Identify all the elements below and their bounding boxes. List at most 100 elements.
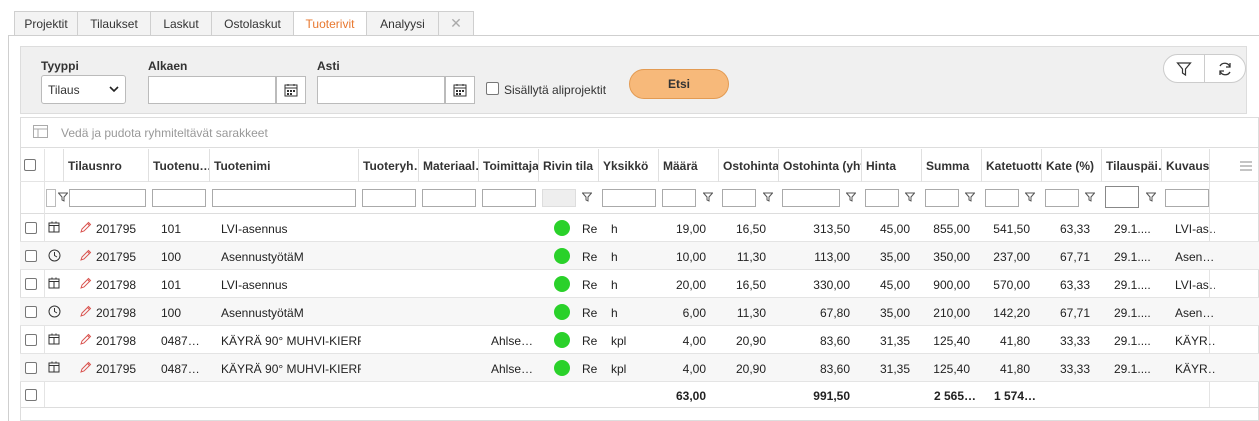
to-calendar-button[interactable]: [445, 76, 475, 104]
filter-icon[interactable]: [1085, 192, 1095, 202]
filter-icon[interactable]: [58, 192, 68, 202]
column-header-unit-cost[interactable]: Ostohinta: [718, 149, 778, 182]
table-row[interactable]: 201795 100 AsennustyötäM Rekh 10,00 11,30 113,…: [20, 242, 1259, 270]
filter-input-margin-pct[interactable]: [1045, 189, 1079, 207]
tab-tuoterivit[interactable]: Tuoterivit: [293, 11, 366, 36]
row-checkbox[interactable]: [25, 389, 37, 401]
filter-icon[interactable]: [763, 192, 773, 202]
cell-quantity: 4,00: [682, 362, 706, 376]
to-date-input[interactable]: [317, 76, 445, 104]
cell-order-no[interactable]: 201798: [96, 306, 156, 320]
filter-input-supplier[interactable]: [482, 189, 536, 207]
table-row[interactable]: 201795 0487… KÄYRÄ 90° MUHVI-KIERR… Ahlse… R…: [20, 354, 1259, 382]
header-label: Toimittaja: [483, 158, 538, 173]
edit-icon[interactable]: [79, 221, 92, 237]
cell-sum: 125,40: [933, 334, 970, 348]
include-subprojects-label: Sisällytä aliprojektit: [504, 83, 607, 97]
row-checkbox[interactable]: [25, 222, 37, 234]
filter-input-material[interactable]: [422, 189, 476, 207]
column-header-product-group[interactable]: Tuoteryh…: [358, 149, 418, 182]
row-checkbox[interactable]: [25, 250, 37, 262]
filter-icon[interactable]: [582, 192, 592, 202]
tab-laskut[interactable]: Laskut: [150, 11, 211, 36]
filter-input-quantity[interactable]: [662, 189, 696, 207]
edit-icon[interactable]: [79, 277, 92, 293]
cell-order-no[interactable]: 201795: [96, 250, 156, 264]
filter-input-row-status[interactable]: [542, 189, 576, 207]
cell-row-status: Rek: [582, 306, 598, 320]
edit-icon[interactable]: [79, 333, 92, 349]
filter-button[interactable]: [1164, 55, 1204, 82]
filter-input-cost-total[interactable]: [782, 189, 840, 207]
tab-analyysi[interactable]: Analyysi: [366, 11, 438, 36]
row-checkbox[interactable]: [25, 306, 37, 318]
edit-icon[interactable]: [79, 305, 92, 321]
row-checkbox[interactable]: [25, 362, 37, 374]
column-menu-button[interactable]: [1209, 149, 1259, 182]
column-header-supplier[interactable]: Toimittaja: [478, 149, 538, 182]
cell-order-no[interactable]: 201798: [96, 278, 156, 292]
cell-product-no: 100: [161, 250, 182, 264]
filter-input-product-no[interactable]: [152, 189, 206, 207]
cell-row-status: Rek: [582, 362, 598, 376]
column-header-sum[interactable]: Summa: [921, 149, 981, 182]
filter-input-price[interactable]: [865, 189, 899, 207]
edit-icon[interactable]: [79, 361, 92, 377]
cell-margin: 570,00: [993, 278, 1030, 292]
column-header-price[interactable]: Hinta: [861, 149, 921, 182]
column-header-unit[interactable]: Yksikkö: [598, 149, 658, 182]
filter-input-description[interactable]: [1165, 189, 1209, 207]
edit-icon[interactable]: [79, 249, 92, 265]
column-header-order-no[interactable]: Tilausnro: [63, 149, 148, 182]
cell-product-no: 0487…: [161, 334, 200, 348]
column-header-margin-pct[interactable]: Kate (%): [1041, 149, 1101, 182]
filter-input-unit[interactable]: [602, 189, 656, 207]
refresh-button[interactable]: [1204, 55, 1245, 82]
close-tab-button[interactable]: ✕: [438, 11, 474, 36]
column-header-cost-total[interactable]: Ostohinta (yht…: [778, 149, 861, 182]
type-select[interactable]: Tilaus: [41, 75, 126, 104]
filter-input-product-name[interactable]: [212, 189, 356, 207]
include-subprojects-checkbox[interactable]: [486, 82, 499, 95]
from-calendar-button[interactable]: [276, 76, 306, 104]
table-row[interactable]: 201795 101 LVI-asennus Rekh 19,00 16,50 313,50…: [20, 214, 1259, 242]
filter-icon[interactable]: [905, 192, 915, 202]
filter-input-order-no[interactable]: [69, 189, 146, 207]
column-header-quantity[interactable]: Määrä: [658, 149, 718, 182]
total-quantity: 63,00: [675, 389, 706, 403]
table-row[interactable]: 201798 101 LVI-asennus Rekh 20,00 16,50 330,00…: [20, 270, 1259, 298]
cell-order-no[interactable]: 201795: [96, 362, 156, 376]
filter-icon[interactable]: [965, 192, 975, 202]
table-row[interactable]: 201798 100 AsennustyötäM Rekh 6,00 11,30 67,80…: [20, 298, 1259, 326]
tab-projektit[interactable]: Projektit: [14, 11, 77, 36]
cell-product-name: LVI-asennus: [221, 222, 288, 236]
filter-input-sum[interactable]: [925, 189, 959, 207]
select-all-checkbox[interactable]: [24, 159, 36, 171]
table-row[interactable]: 201798 0487… KÄYRÄ 90° MUHVI-KIERR… Ahlse… R…: [20, 326, 1259, 354]
column-header-order-date[interactable]: Tilauspäi…: [1101, 149, 1161, 182]
column-header-description[interactable]: Kuvaus: [1161, 149, 1209, 182]
column-header-margin[interactable]: Katetuotto: [981, 149, 1041, 182]
tab-ostolaskut[interactable]: Ostolaskut: [211, 11, 293, 36]
cell-margin-pct: 63,33: [1059, 222, 1090, 236]
tab-tilaukset[interactable]: Tilaukset: [77, 11, 150, 36]
from-date-input[interactable]: [148, 76, 276, 104]
column-header-row-status[interactable]: Rivin tila: [538, 149, 598, 182]
filter-icon[interactable]: [703, 192, 713, 202]
cell-order-no[interactable]: 201798: [96, 334, 156, 348]
search-button[interactable]: Etsi: [629, 69, 729, 99]
filter-icon[interactable]: [1146, 192, 1156, 202]
filter-input-product-group[interactable]: [362, 189, 416, 207]
filter-input-unit-cost[interactable]: [722, 189, 756, 207]
filter-input-margin[interactable]: [985, 189, 1019, 207]
column-header-product-no[interactable]: Tuotenu…: [148, 149, 209, 182]
filter-input-order-date[interactable]: [1105, 186, 1139, 208]
cell-cost-total: 313,50: [813, 222, 850, 236]
filter-icon[interactable]: [846, 192, 856, 202]
row-checkbox[interactable]: [25, 278, 37, 290]
column-header-material[interactable]: Materiaal…: [418, 149, 478, 182]
row-checkbox[interactable]: [25, 334, 37, 346]
cell-order-no[interactable]: 201795: [96, 222, 156, 236]
column-header-product-name[interactable]: Tuotenimi: [209, 149, 358, 182]
filter-icon[interactable]: [1025, 192, 1035, 202]
